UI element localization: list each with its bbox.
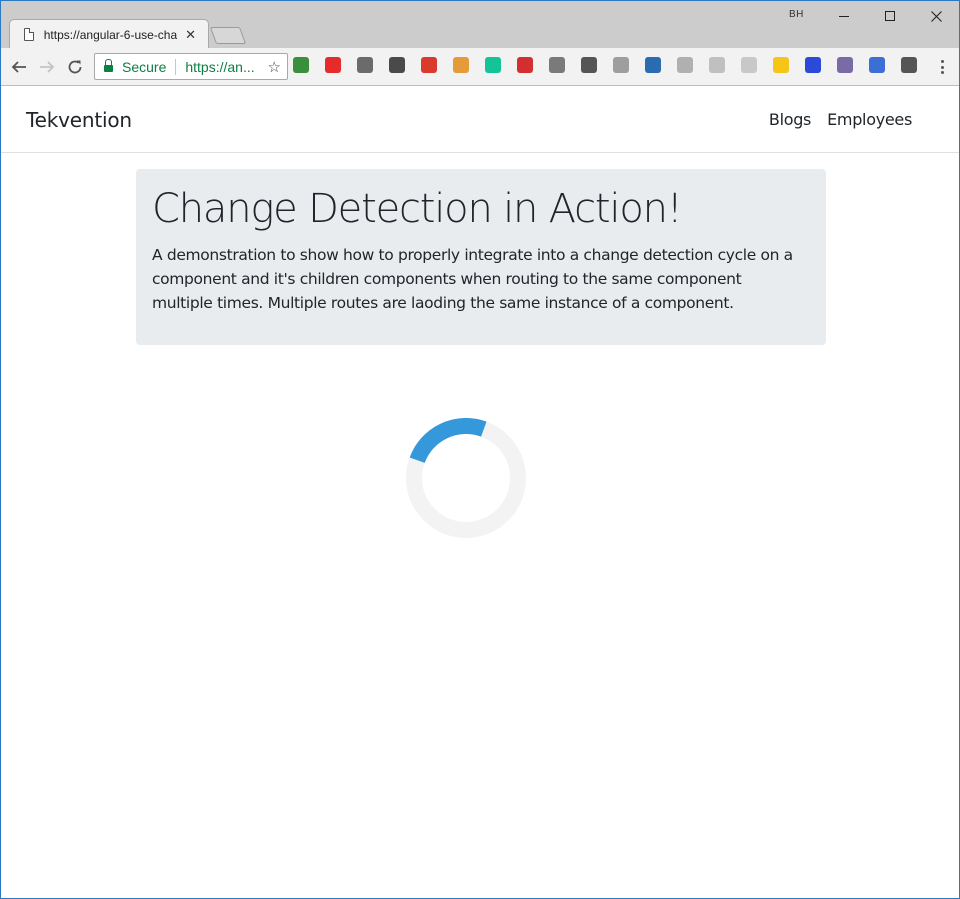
spinner-arc xyxy=(409,418,487,464)
extension-red-dots-icon[interactable] xyxy=(517,57,533,73)
forward-arrow-icon xyxy=(40,61,55,73)
extension-wad-icon[interactable] xyxy=(421,57,437,73)
extension-circle-icon[interactable] xyxy=(613,57,629,73)
extension-blue-square-icon[interactable] xyxy=(869,57,885,73)
secure-label: Secure xyxy=(122,58,167,75)
tab-close-icon[interactable]: ✕ xyxy=(185,27,196,43)
lock-icon xyxy=(104,59,113,72)
forward-button[interactable] xyxy=(36,56,58,78)
extension-opera-icon[interactable] xyxy=(325,57,341,73)
nav-link-blogs[interactable]: Blogs xyxy=(769,110,812,129)
page-title: Change Detection in Action! xyxy=(152,186,683,232)
jumbotron: Change Detection in Action! A demonstrat… xyxy=(136,169,826,345)
reload-button[interactable] xyxy=(64,56,86,78)
site-nav-links: Blogs Employees xyxy=(753,110,912,129)
extension-blue-flag-icon[interactable] xyxy=(805,57,821,73)
extension-penguin-icon[interactable] xyxy=(357,57,373,73)
browser-toolbar: Secure https://an... ☆ xyxy=(1,48,959,86)
close-icon xyxy=(930,10,942,22)
extension-spy-icon[interactable] xyxy=(645,57,661,73)
extension-bird-icon[interactable] xyxy=(389,57,405,73)
extension-ruler-icon[interactable] xyxy=(453,57,469,73)
extension-green-arrow-icon[interactable] xyxy=(293,57,309,73)
extension-tree-icon[interactable] xyxy=(709,57,725,73)
address-separator xyxy=(175,58,177,75)
bookmark-star-icon[interactable]: ☆ xyxy=(268,58,281,76)
extension-grammarly-icon[interactable] xyxy=(485,57,501,73)
nav-link-employees[interactable]: Employees xyxy=(827,110,912,129)
site-navbar: Tekvention Blogs Employees xyxy=(1,87,959,153)
minimize-icon xyxy=(839,15,849,17)
back-button[interactable] xyxy=(8,56,30,78)
tab-title: https://angular-6-use-cha xyxy=(43,27,178,42)
close-window-button[interactable] xyxy=(913,5,959,27)
site-brand[interactable]: Tekvention xyxy=(26,108,132,132)
browser-window: https://angular-6-use-cha ✕ BH Secure ht… xyxy=(0,0,960,899)
extension-target-icon[interactable] xyxy=(741,57,757,73)
extension-cat-icon[interactable] xyxy=(837,57,853,73)
loading-spinner xyxy=(406,418,526,538)
maximize-icon xyxy=(885,11,895,21)
extension-pen-icon[interactable] xyxy=(901,57,917,73)
profile-badge[interactable]: BH xyxy=(789,9,804,20)
browser-titlebar: https://angular-6-use-cha ✕ BH xyxy=(1,1,959,48)
browser-tab[interactable]: https://angular-6-use-cha ✕ xyxy=(9,19,209,48)
page-icon xyxy=(24,28,34,41)
extension-shield-icon[interactable] xyxy=(677,57,693,73)
maximize-button[interactable] xyxy=(867,5,913,27)
extensions-row xyxy=(293,57,933,73)
reload-icon xyxy=(68,60,82,74)
extension-yellow-moon-icon[interactable] xyxy=(773,57,789,73)
back-arrow-icon xyxy=(11,61,26,73)
page-lead: A demonstration to show how to properly … xyxy=(152,246,793,312)
browser-menu-button[interactable] xyxy=(935,57,949,77)
extension-film-icon[interactable] xyxy=(581,57,597,73)
extension-braces-icon[interactable] xyxy=(549,57,565,73)
url-text[interactable]: https://an... xyxy=(185,59,254,75)
new-tab-button[interactable] xyxy=(209,27,247,44)
address-bar[interactable]: Secure https://an... ☆ xyxy=(94,53,288,80)
minimize-button[interactable] xyxy=(821,5,867,27)
